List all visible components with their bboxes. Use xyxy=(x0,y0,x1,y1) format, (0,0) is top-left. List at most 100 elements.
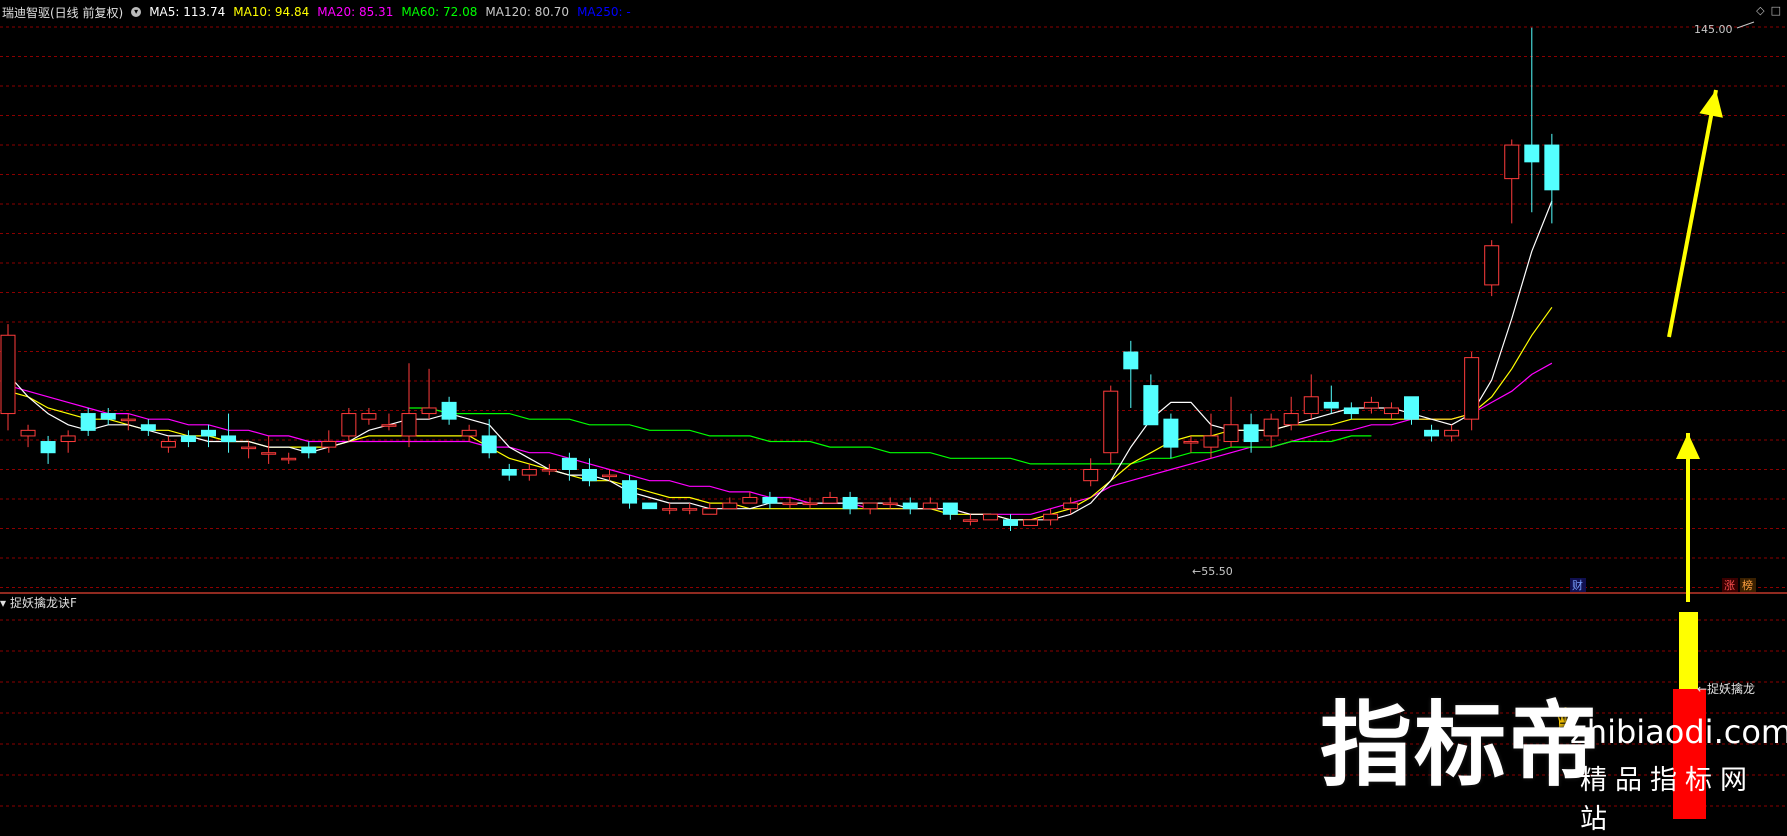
candle-body xyxy=(1283,413,1299,426)
candle-body xyxy=(100,413,116,420)
candle-body xyxy=(1504,144,1520,180)
indicator-toggle-icon[interactable]: ▾ xyxy=(0,596,6,610)
candle-body xyxy=(1263,418,1279,437)
watermark-logo: 指标帝 xyxy=(1320,692,1603,799)
candle-body xyxy=(521,469,537,476)
candle-body xyxy=(381,424,397,427)
candle-body xyxy=(962,519,978,522)
candle-body xyxy=(622,480,638,504)
chart-header: 瑞迪智驱(日线 前复权) ▾ MA5: 113.74 MA10: 94.84 M… xyxy=(0,4,631,20)
candle-body xyxy=(882,502,898,506)
candle-body xyxy=(1083,469,1099,482)
ma5-label: MA5: 113.74 xyxy=(149,5,226,19)
candle-body xyxy=(541,469,557,472)
candle-body xyxy=(1544,144,1560,191)
indicator-name: 捉妖擒龙诀F xyxy=(10,596,77,610)
candle-body xyxy=(461,429,477,437)
candle-body xyxy=(1323,401,1339,409)
candle-body xyxy=(822,496,838,504)
ma10-label: MA10: 94.84 xyxy=(233,5,310,19)
candle-body xyxy=(802,502,818,506)
candle-body xyxy=(180,435,196,443)
candle-body xyxy=(1063,502,1079,510)
candle-body xyxy=(441,401,457,420)
candle-body xyxy=(1383,407,1399,415)
tag-zhang[interactable]: 涨 xyxy=(1724,579,1735,592)
candle-body xyxy=(160,441,176,448)
candle-body xyxy=(762,496,778,504)
candle-body xyxy=(662,508,678,511)
candle-body xyxy=(341,413,357,437)
candle-body xyxy=(1243,424,1259,443)
candle-body xyxy=(1003,519,1018,526)
high-price-label: 145.00 xyxy=(1694,23,1733,36)
ma250-label: MA250: - xyxy=(577,5,631,19)
candle-body xyxy=(60,435,76,443)
candle-body xyxy=(281,457,297,461)
candle-body xyxy=(702,508,718,515)
candle-body xyxy=(1103,390,1119,454)
candle-body xyxy=(261,452,277,455)
candle-body xyxy=(1203,435,1219,448)
candle-body xyxy=(501,469,517,476)
window-controls: ◇ □ xyxy=(1756,4,1781,17)
candle-body xyxy=(942,502,958,515)
candle-body xyxy=(1183,441,1199,444)
candle-body xyxy=(1444,429,1460,437)
candle-body xyxy=(80,413,96,431)
candle-body xyxy=(40,441,56,454)
signal-label: ←捉妖擒龙 xyxy=(1697,681,1755,696)
watermark-slogan: 精品指标网站 xyxy=(1580,765,1755,835)
candle-body xyxy=(1043,513,1059,521)
candle-body xyxy=(1023,519,1039,526)
candle-body xyxy=(361,413,377,420)
candle-body xyxy=(1123,351,1139,370)
candle-body xyxy=(1223,424,1239,443)
low-price-label: ←55.50 xyxy=(1192,565,1233,578)
candle-body xyxy=(1343,407,1359,415)
candle-body xyxy=(301,446,317,454)
watermark-url: zhibiaodi.com xyxy=(1570,713,1787,751)
candle-body xyxy=(1163,418,1179,448)
candle-body xyxy=(481,435,497,454)
candle-body xyxy=(1404,396,1419,420)
ma60-label: MA60: 72.08 xyxy=(401,5,478,19)
indicator-header: ▾ 捉妖擒龙诀F xyxy=(0,594,77,611)
candle-body xyxy=(321,441,337,448)
candle-body xyxy=(642,502,658,510)
candle-body xyxy=(241,446,257,450)
candle-body xyxy=(581,469,597,482)
candle-body xyxy=(421,407,437,415)
tag-cai[interactable]: 财 xyxy=(1572,578,1583,592)
candle-body xyxy=(842,496,858,510)
square-icon[interactable]: □ xyxy=(1771,4,1781,17)
candle-body xyxy=(682,508,698,511)
candle-body xyxy=(221,435,237,443)
ma20-label: MA20: 85.31 xyxy=(317,5,394,19)
candle-body xyxy=(1303,396,1319,415)
candle-body xyxy=(742,496,758,504)
candle-body xyxy=(1464,357,1480,420)
indicator-yellow-bar xyxy=(1679,612,1698,689)
diamond-icon[interactable]: ◇ xyxy=(1756,4,1764,17)
candle-body xyxy=(602,474,617,478)
candle-body xyxy=(722,502,738,510)
ma120-label: MA120: 80.70 xyxy=(485,5,570,19)
candle-body xyxy=(561,457,577,470)
candle-body xyxy=(922,502,938,510)
candle-body xyxy=(902,502,918,510)
candle-body xyxy=(401,413,417,437)
candle-body xyxy=(1484,245,1500,286)
collapse-toggle-icon[interactable]: ▾ xyxy=(131,7,142,17)
candle-body xyxy=(862,502,878,510)
stock-title: 瑞迪智驱(日线 前复权) xyxy=(2,5,124,20)
candle-body xyxy=(120,418,136,422)
candle-body xyxy=(1143,385,1159,426)
candle-body xyxy=(140,424,156,431)
candle-body xyxy=(0,334,16,415)
candle-body xyxy=(782,502,798,506)
tag-bang[interactable]: 榜 xyxy=(1742,578,1753,592)
candle-body xyxy=(1363,401,1379,409)
candle-body xyxy=(1524,144,1540,163)
candle-body xyxy=(1424,429,1440,437)
